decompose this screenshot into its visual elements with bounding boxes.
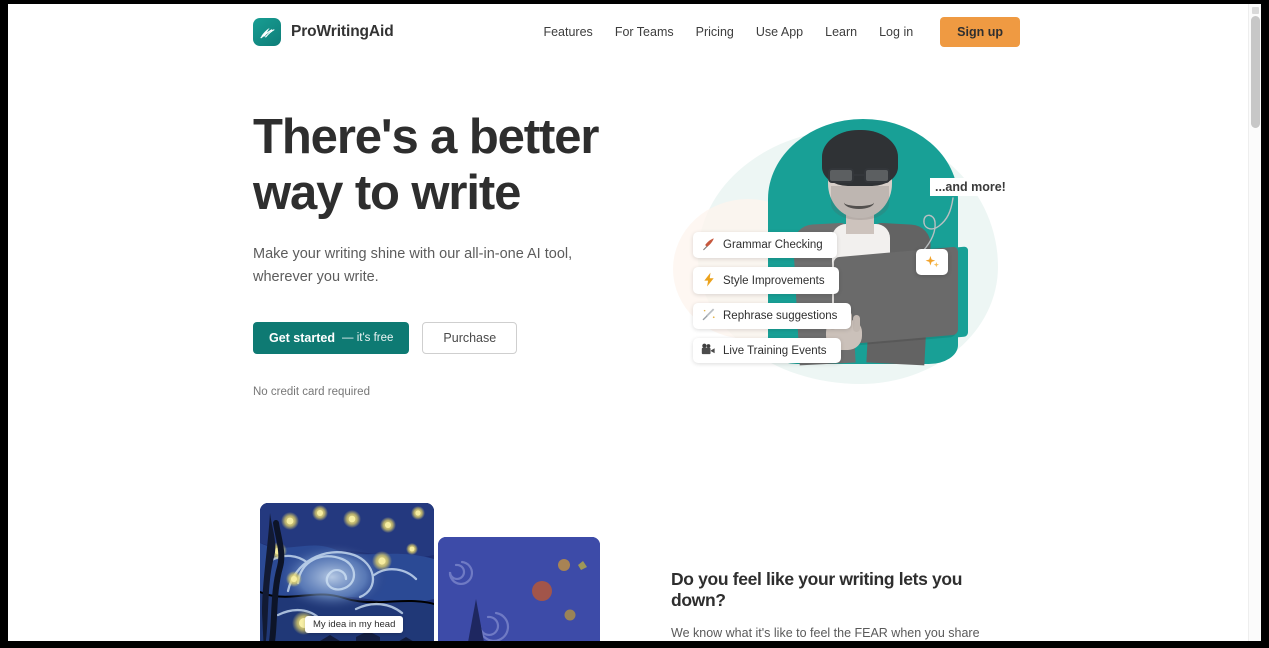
simplified-painting [438,537,600,641]
video-camera-icon [701,343,716,358]
section2-title: Do you feel like your writing lets you d… [671,569,963,610]
feature-chip-rephrase-suggestions: Rephrase suggestions [693,303,852,329]
nav-item-learn[interactable]: Learn [814,19,868,45]
feature-chip-list: Grammar Checking Style Improvements Reph… [693,232,852,372]
feature-chip-live-training-events: Live Training Events [693,338,841,363]
magic-wand-icon [701,308,716,324]
vertical-scrollbar[interactable] [1248,4,1261,641]
hero-copy: There's a better way to write Make your … [253,109,633,398]
scrollbar-thumb[interactable] [1251,16,1260,128]
browser-viewport: ProWritingAid Features For Teams Pricing… [8,4,1261,641]
site-logo[interactable]: ProWritingAid [253,18,394,46]
feature-chip-label: Rephrase suggestions [723,310,838,322]
main-nav: Features For Teams Pricing Use App Learn… [532,4,1020,60]
get-started-button[interactable]: Get started — it's free [253,322,410,354]
lens-right [864,168,890,183]
page-content: ProWritingAid Features For Teams Pricing… [8,4,1248,641]
glasses-icon [826,168,894,183]
nav-item-for-teams[interactable]: For Teams [604,19,685,45]
painting-caption: My idea in my head [305,616,404,633]
hero-title: There's a better way to write [253,110,599,220]
feature-chip-label: Style Improvements [723,274,825,287]
site-header: ProWritingAid Features For Teams Pricing… [8,4,1248,60]
smile [844,196,874,209]
logo-wordmark: ProWritingAid [291,23,394,40]
section2-illustration: My idea in my head [260,503,600,641]
feature-chip-grammar-checking: Grammar Checking [693,232,837,258]
nav-item-pricing[interactable]: Pricing [685,19,745,45]
feature-chip-style-improvements: Style Improvements [693,267,839,294]
and-more-callout: ...and more! [930,178,1011,196]
scrollbar-up-arrow-icon[interactable] [1252,7,1259,14]
lens-left [828,168,854,183]
get-started-note: — it's free [342,332,394,344]
no-credit-card-note: No credit card required [253,386,370,398]
hero-cta-group: Get started — it's free Purchase [253,322,633,354]
lightning-bolt-icon [701,272,716,289]
section2-body: We know what it's like to feel the FEAR … [671,626,980,640]
sign-up-button[interactable]: Sign up [940,17,1020,47]
get-started-label: Get started [269,331,335,345]
prowritingaid-logo-icon [253,18,281,46]
feature-chip-label: Grammar Checking [723,239,823,251]
quill-pen-icon [701,237,716,253]
hero-subtitle: Make your writing shine with our all-in-… [253,246,573,285]
finger [853,315,860,332]
hero-illustration: ...and more! Grammar Checking Style Impr… [668,104,1028,404]
feature-chip-label: Live Training Events [723,344,827,357]
nav-item-use-app[interactable]: Use App [745,19,814,45]
sparkles-icon [916,249,948,275]
nav-item-features[interactable]: Features [532,19,603,45]
nav-item-log-in[interactable]: Log in [868,19,924,45]
glasses-bridge [854,174,866,177]
section2-copy: Do you feel like your writing lets you d… [671,569,1016,641]
purchase-button[interactable]: Purchase [422,322,518,354]
